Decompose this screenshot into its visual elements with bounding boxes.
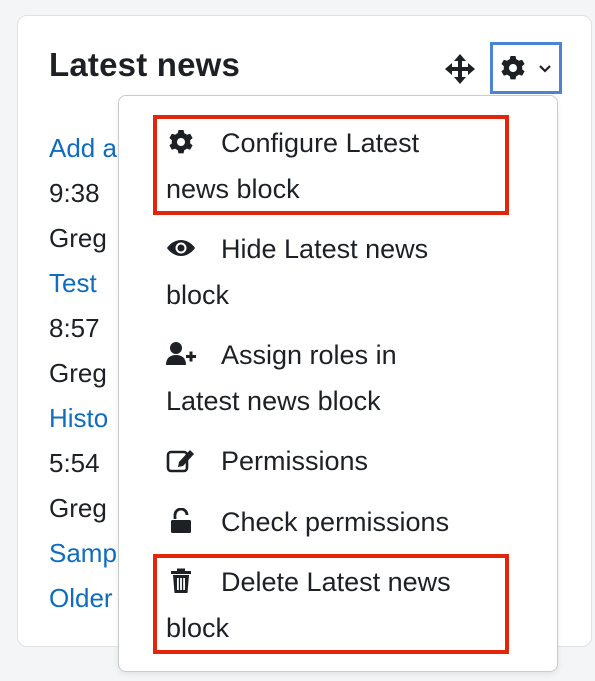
news-list: Add a 9:38 Greg Test 8:57 Greg Histo 5:5… — [49, 126, 117, 621]
older-topics-link[interactable]: Older — [49, 576, 117, 621]
unlock-icon — [171, 508, 191, 533]
news-link[interactable]: Test — [49, 261, 117, 306]
news-author: Greg — [49, 223, 107, 253]
gear-icon — [169, 130, 193, 154]
menu-item-label: block — [166, 613, 230, 643]
news-time: 8:57 — [49, 313, 100, 343]
news-time: 9:38 — [49, 178, 100, 208]
move-arrows-icon[interactable] — [444, 53, 476, 85]
menu-item-label: Latest news block — [166, 386, 381, 416]
menu-item-configure[interactable]: Configure Latest news block — [166, 120, 496, 212]
edit-icon — [166, 450, 194, 473]
menu-item-label: Assign roles in — [221, 340, 397, 370]
news-link[interactable]: Samp — [49, 531, 117, 576]
menu-item-assign-roles[interactable]: Assign roles in Latest news block — [166, 332, 496, 424]
news-link[interactable]: Histo — [49, 396, 117, 441]
user-plus-icon — [166, 342, 196, 365]
menu-item-hide[interactable]: Hide Latest news block — [166, 226, 496, 318]
news-link[interactable]: Add a — [49, 126, 117, 171]
news-author: Greg — [49, 493, 107, 523]
menu-item-label: Configure Latest — [221, 128, 420, 158]
menu-item-label: Permissions — [221, 446, 369, 476]
menu-item-label: Check permissions — [221, 507, 450, 537]
block-title: Latest news — [49, 46, 241, 83]
menu-item-delete[interactable]: Delete Latest news block — [166, 559, 496, 651]
trash-icon — [171, 568, 191, 593]
news-time: 5:54 — [49, 448, 100, 478]
menu-item-label: Hide Latest news — [221, 234, 429, 264]
gear-icon — [501, 56, 525, 80]
eye-icon — [167, 240, 195, 256]
menu-item-label: news block — [166, 174, 300, 204]
block-actions-button[interactable] — [490, 42, 562, 94]
news-author: Greg — [49, 358, 107, 388]
menu-item-label: Delete Latest news — [221, 567, 451, 597]
menu-item-check-permissions[interactable]: Check permissions — [166, 499, 496, 545]
chevron-down-icon — [539, 65, 551, 73]
menu-item-label: block — [166, 280, 230, 310]
menu-item-permissions[interactable]: Permissions — [166, 438, 496, 484]
